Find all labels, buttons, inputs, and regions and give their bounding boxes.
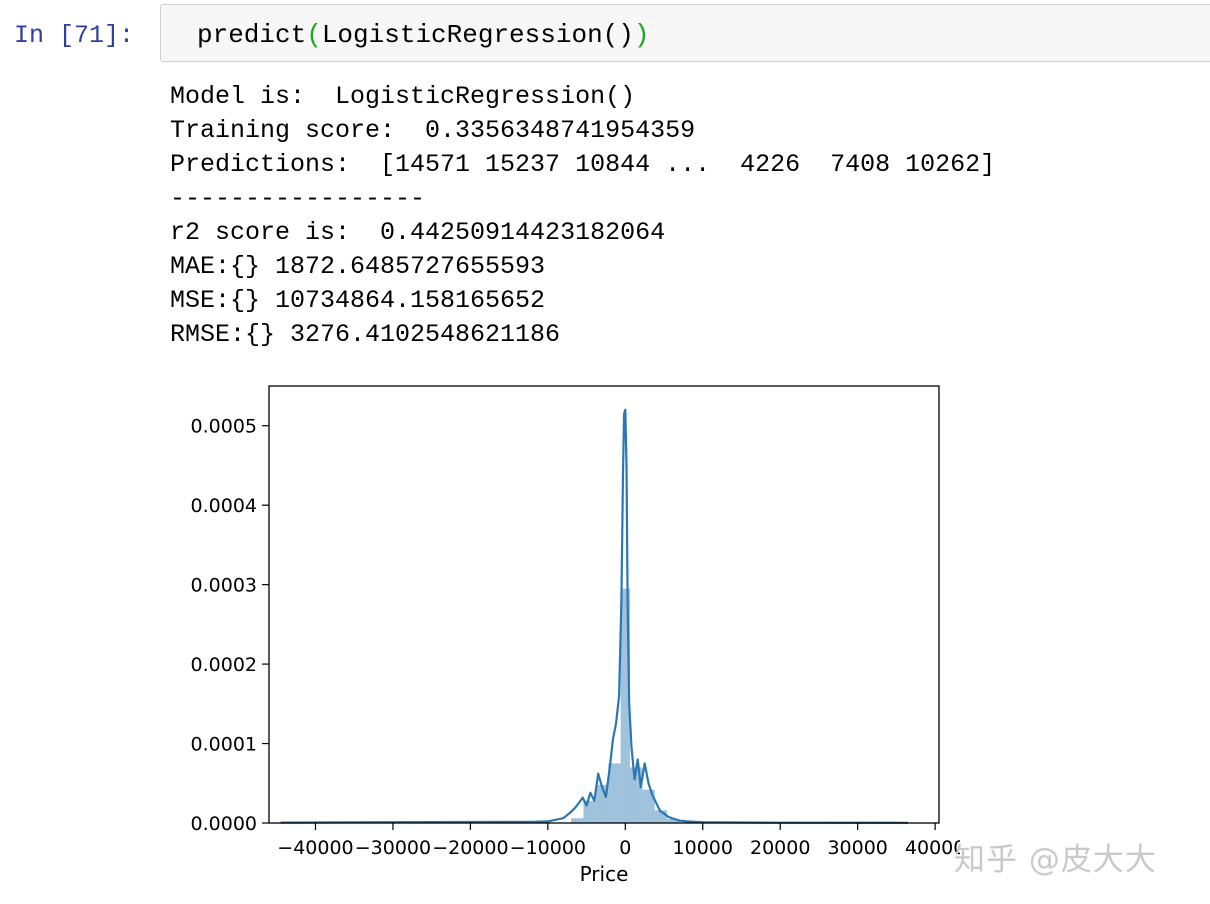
code-open-paren: (	[306, 20, 322, 50]
distribution-plot: 0.0000 0.0001 0.0002 0.0003 0.0004 0.0005 −400…	[191, 385, 960, 886]
x-tick-label: −20000	[432, 837, 508, 859]
output-line-model: Model is: LogisticRegression()	[170, 82, 636, 111]
y-tick-label: 0.0005	[191, 416, 257, 438]
x-axis-label: Price	[580, 862, 629, 886]
x-tick-label: 20000	[750, 837, 810, 859]
y-tick-label: 0.0003	[191, 575, 257, 597]
y-tick-label: 0.0000	[191, 813, 257, 835]
y-tick-label: 0.0004	[191, 495, 257, 517]
code-close-paren: )	[633, 20, 650, 50]
x-tick-label: −30000	[355, 837, 431, 859]
y-tick-label: 0.0002	[191, 654, 257, 676]
x-tick-label: −40000	[277, 837, 353, 859]
output-line-rmse: RMSE:{} 3276.4102548621186	[170, 320, 561, 349]
x-tick-label: 0	[619, 837, 631, 859]
x-tick-label: 10000	[673, 837, 733, 859]
output-line-r2: r2 score is: 0.44250914423182064	[170, 218, 666, 247]
code-line[interactable]: predict(LogisticRegression())	[197, 19, 650, 51]
cell-output: Model is: LogisticRegression() Training …	[170, 80, 995, 352]
output-line-mae: MAE:{} 1872.6485727655593	[170, 252, 546, 281]
x-tick-label: 40000	[905, 837, 960, 859]
output-line-predictions: Predictions: [14571 15237 10844 ... 4226…	[170, 150, 996, 179]
x-tick-label: 30000	[827, 837, 887, 859]
code-cell-input[interactable]: predict(LogisticRegression())	[160, 4, 1210, 62]
hist-bar	[571, 818, 584, 823]
code-function-name: predict	[197, 20, 307, 50]
plot-frame	[268, 385, 940, 824]
y-tick-label: 0.0001	[191, 734, 257, 756]
kde-line	[280, 408, 909, 824]
output-line-mse: MSE:{} 10734864.158165652	[170, 286, 546, 315]
cell-prompt: In [71]:	[14, 21, 135, 50]
watermark: 知乎 @皮大大	[954, 842, 1157, 878]
output-line-training-score: Training score: 0.3356348741954359	[170, 116, 696, 145]
output-line-separator: -----------------	[170, 184, 426, 213]
code-argument: LogisticRegression()	[321, 20, 634, 50]
x-tick-label: −10000	[510, 837, 586, 859]
